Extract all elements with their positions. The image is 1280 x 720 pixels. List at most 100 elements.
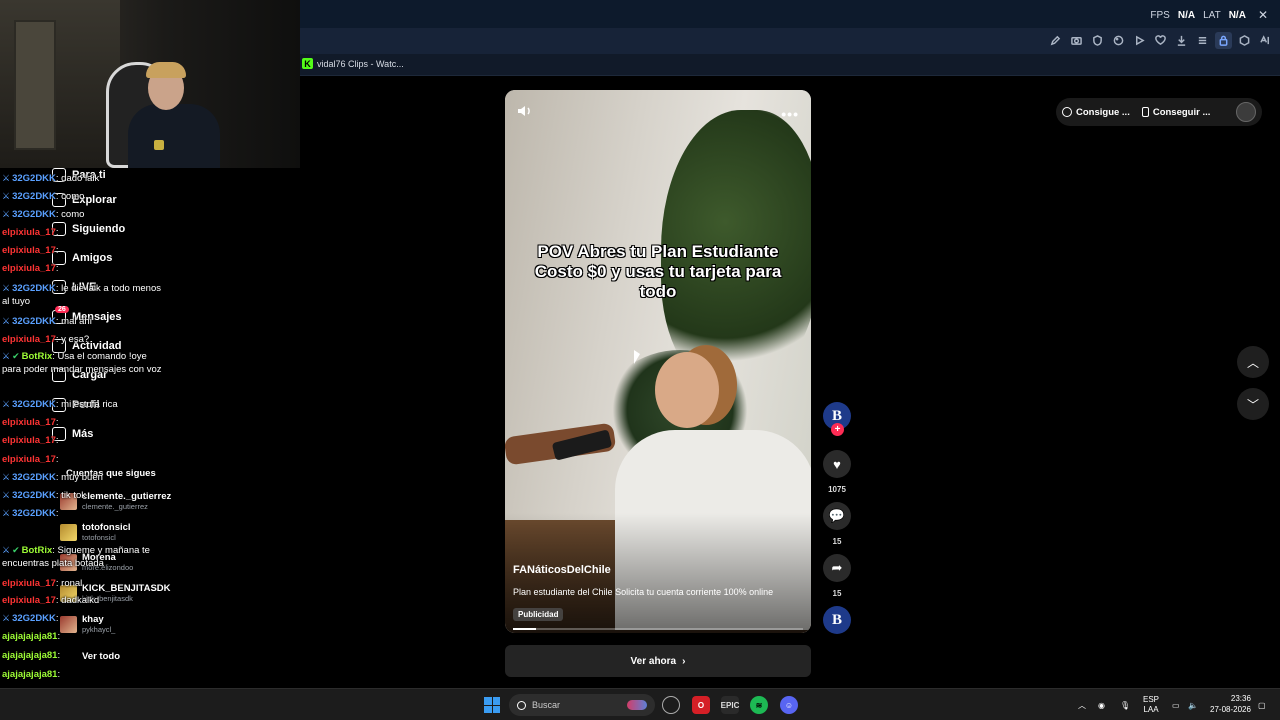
palette-icon[interactable]: [1110, 32, 1127, 49]
opera-gx-icon[interactable]: O: [692, 696, 710, 714]
next-video-button[interactable]: ﹀: [1237, 388, 1269, 420]
chat-username[interactable]: 32G2DKK: [12, 173, 56, 184]
volume-icon[interactable]: [517, 104, 533, 123]
chat-message: ⚔ ✔ BotRix: Sigueme y mañana te encuentras…: [2, 544, 162, 570]
taskbar-search[interactable]: Buscar: [509, 694, 655, 716]
chat-message: elpixiula_17:: [2, 226, 162, 239]
chat-username[interactable]: ajajajajaja81: [2, 650, 57, 661]
chat-username[interactable]: elpixiula_17: [2, 245, 56, 256]
shield-icon[interactable]: [1089, 32, 1106, 49]
chat-username[interactable]: elpixiula_17: [2, 454, 56, 465]
chat-username[interactable]: 32G2DKK: [12, 490, 56, 501]
camera-icon[interactable]: [1068, 32, 1085, 49]
chat-username[interactable]: 32G2DKK: [12, 209, 56, 220]
windows-taskbar: Buscar O EPIC ≋ ☺ ︿ ◉ 🎙 ESP LAA ▭ 🔈 23:3…: [0, 688, 1280, 720]
chat-username[interactable]: elpixiula_17: [2, 578, 56, 589]
chat-text: :: [55, 613, 59, 624]
video-progress-fill: [513, 628, 537, 630]
microphone-icon[interactable]: 🎙: [1120, 689, 1130, 720]
see-now-button[interactable]: Ver ahora ›: [505, 645, 811, 677]
notification-icon[interactable]: ▢: [1258, 689, 1266, 720]
moderator-badge-icon: ⚔: [2, 399, 11, 409]
video-progress-bar[interactable]: [513, 628, 803, 630]
comment-button[interactable]: 💬: [823, 502, 851, 530]
chevron-right-icon: ›: [682, 655, 686, 667]
edit-icon[interactable]: [1047, 32, 1064, 49]
close-icon[interactable]: ✕: [1258, 8, 1268, 22]
get-coins-label: Consigue ...: [1076, 106, 1130, 118]
tray-app-icon[interactable]: ◉: [1098, 689, 1105, 720]
menu-icon[interactable]: [1194, 32, 1211, 49]
chat-username[interactable]: elpixiula_17: [2, 334, 56, 345]
like-button[interactable]: ♥: [823, 450, 851, 478]
like-count: 1075: [828, 485, 846, 494]
lock-icon[interactable]: [1215, 32, 1232, 49]
chat-username[interactable]: ajajajajaja81: [2, 631, 57, 642]
get-app-button[interactable]: Conseguir ...: [1141, 107, 1210, 118]
moderator-badge-icon: ⚔: [2, 209, 11, 219]
search-highlight-icon: [627, 700, 647, 710]
webcam-person-hair: [146, 62, 186, 78]
language-indicator[interactable]: ESP LAA: [1143, 689, 1159, 720]
chat-text: :: [55, 454, 59, 465]
chat-username[interactable]: elpixiula_17: [2, 227, 56, 238]
chat-message: ajajajajaja81:: [2, 630, 162, 643]
clock[interactable]: 23:36 27-08-2026: [1210, 693, 1251, 715]
see-now-label: Ver ahora: [630, 655, 677, 667]
windows-start-icon[interactable]: [484, 697, 500, 713]
fps-value: N/A: [1177, 9, 1196, 21]
chat-message: ⚔ 32G2DKK: mi estufa rica: [2, 398, 162, 411]
bookmark-kick-clips[interactable]: K vidal76 Clips - Watc...: [302, 58, 404, 69]
screen: FPS N/A LAT N/A ✕ K vidal76 Clips - Watc…: [0, 0, 1280, 720]
extension-icon[interactable]: [1236, 32, 1253, 49]
chat-username[interactable]: 32G2DKK: [12, 191, 56, 202]
task-view-icon[interactable]: [662, 696, 680, 714]
spotify-icon[interactable]: ≋: [750, 696, 768, 714]
language-top: ESP: [1143, 695, 1160, 704]
chat-username[interactable]: BotRix: [22, 351, 53, 362]
video-woman-face: [655, 352, 719, 428]
ai-icon[interactable]: [1257, 32, 1274, 49]
chat-username[interactable]: 32G2DKK: [12, 613, 56, 624]
volume-icon-tray[interactable]: 🔈: [1188, 689, 1198, 720]
chat-username[interactable]: elpixiula_17: [2, 595, 56, 606]
chat-username[interactable]: elpixiula_17: [2, 435, 56, 446]
chat-text: : como: [55, 209, 85, 220]
sound-disc[interactable]: B: [823, 606, 851, 634]
chat-username[interactable]: elpixiula_17: [2, 417, 56, 428]
heart-icon[interactable]: [1152, 32, 1169, 49]
chat-username[interactable]: ajajajajaja81: [2, 669, 57, 680]
chat-message: ⚔ 32G2DKK: le die laik a todo menos al tu…: [2, 282, 162, 308]
search-icon: [517, 700, 526, 710]
profile-avatar[interactable]: [1236, 102, 1256, 122]
creator-avatar-letter: B: [831, 407, 842, 424]
chat-username[interactable]: 32G2DKK: [12, 508, 56, 519]
chat-username[interactable]: 32G2DKK: [12, 399, 56, 410]
chat-message: ⚔ 32G2DKK:: [2, 507, 162, 520]
moderator-badge-icon: ⚔: [2, 508, 11, 518]
tray-chevron-icon[interactable]: ︿: [1078, 689, 1086, 720]
more-options-icon[interactable]: •••: [781, 106, 799, 122]
network-icon[interactable]: ▭: [1172, 689, 1180, 720]
chat-username[interactable]: elpixiula_17: [2, 263, 56, 274]
clock-date: 27-08-2026: [1210, 705, 1251, 714]
play-icon[interactable]: [1131, 32, 1148, 49]
video-author[interactable]: FANáticosDelChile: [513, 564, 611, 576]
chat-username[interactable]: 32G2DKK: [12, 283, 56, 294]
chat-username[interactable]: 32G2DKK: [12, 472, 56, 483]
webcam-logo: [154, 140, 164, 150]
download-icon[interactable]: [1173, 32, 1190, 49]
chat-message: elpixiula_17:: [2, 453, 162, 466]
chat-username[interactable]: BotRix: [22, 545, 53, 556]
follow-plus-icon[interactable]: +: [831, 423, 844, 436]
chat-message: elpixiula_17:: [2, 416, 162, 429]
get-coins-button[interactable]: Consigue ...: [1062, 107, 1130, 118]
video-player[interactable]: ••• POV Abres tu Plan Estudiante Costo $…: [505, 90, 811, 633]
discord-icon[interactable]: ☺: [780, 696, 798, 714]
chat-message: elpixiula_17: dadkalkd: [2, 594, 162, 607]
share-button[interactable]: ➦: [823, 554, 851, 582]
chat-message: ⚔ 32G2DKK: tik tok: [2, 489, 162, 502]
chat-username[interactable]: 32G2DKK: [12, 316, 56, 327]
epic-games-icon[interactable]: EPIC: [721, 696, 739, 714]
previous-video-button[interactable]: ︿: [1237, 346, 1269, 378]
